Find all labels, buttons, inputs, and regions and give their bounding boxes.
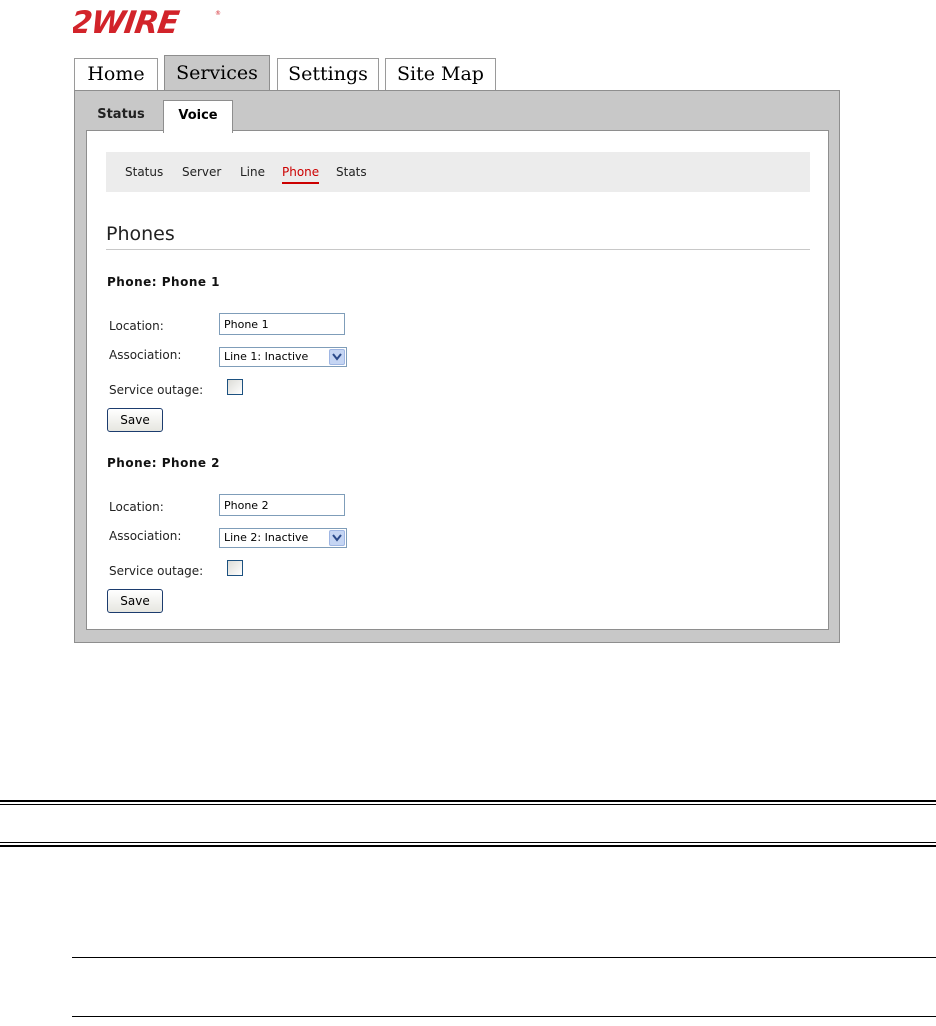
subnav-stats[interactable]: Stats — [336, 165, 367, 179]
voice-content: Status Server Line Phone Stats Phones Ph… — [86, 130, 829, 630]
phone-2-association-value: Line 2: Inactive — [224, 531, 309, 544]
divider-rule-2 — [72, 1016, 936, 1017]
phone-2-save-button[interactable]: Save — [107, 589, 163, 613]
chevron-down-icon[interactable] — [329, 530, 345, 546]
phone-2-association-select[interactable]: Line 2: Inactive — [219, 528, 347, 548]
voice-subnav: Status Server Line Phone Stats — [106, 152, 810, 192]
phone-1-association-value: Line 1: Inactive — [224, 350, 309, 363]
tab-site-map[interactable]: Site Map — [385, 58, 496, 91]
subnav-server[interactable]: Server — [182, 165, 221, 179]
tab-services[interactable]: Services — [164, 55, 270, 91]
subnav-status[interactable]: Status — [125, 165, 163, 179]
phone-1-location-input[interactable] — [219, 313, 345, 335]
phone-2-heading: Phone: Phone 2 — [107, 456, 221, 470]
phone-1-association-label: Association: — [109, 348, 182, 362]
tab-home[interactable]: Home — [74, 58, 158, 91]
subnav-line[interactable]: Line — [240, 165, 265, 179]
services-panel: Status Voice Status Server Line Phone St… — [74, 90, 840, 643]
phone-1-outage-checkbox[interactable] — [227, 379, 243, 395]
tab-settings[interactable]: Settings — [277, 58, 379, 91]
phone-1-association-select[interactable]: Line 1: Inactive — [219, 347, 347, 367]
phone-1-heading: Phone: Phone 1 — [107, 275, 221, 289]
divider-double-top-b — [0, 804, 936, 805]
phone-2-location-label: Location: — [109, 500, 164, 514]
phone-1-location-label: Location: — [109, 319, 164, 333]
divider-double-bottom-b — [0, 845, 936, 847]
2wire-logo: 2WIRE ® — [73, 6, 221, 36]
phone-2-outage-label: Service outage: — [109, 564, 204, 578]
divider-rule-1 — [72, 957, 936, 958]
subtab-status[interactable]: Status — [85, 100, 157, 132]
chevron-down-icon[interactable] — [329, 349, 345, 365]
divider-double-bottom-a — [0, 842, 936, 843]
subnav-phone[interactable]: Phone — [282, 165, 320, 184]
phone-2-location-input[interactable] — [219, 494, 345, 516]
divider-double-top-a — [0, 800, 936, 802]
page-title: Phones — [106, 223, 810, 250]
phone-2-association-label: Association: — [109, 529, 182, 543]
phone-1-save-button[interactable]: Save — [107, 408, 163, 432]
svg-text:®: ® — [215, 10, 221, 17]
phone-2-outage-checkbox[interactable] — [227, 560, 243, 576]
subtab-voice[interactable]: Voice — [163, 100, 233, 133]
svg-text:2WIRE: 2WIRE — [73, 6, 181, 36]
phone-1-outage-label: Service outage: — [109, 383, 204, 397]
